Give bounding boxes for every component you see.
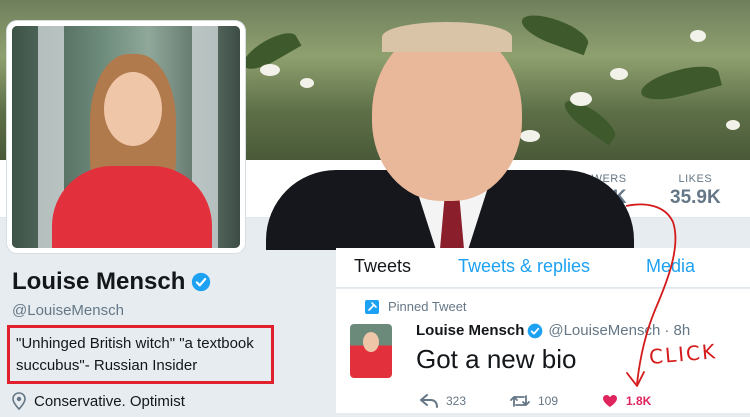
pin-icon [365, 300, 379, 314]
retweet-count: 109 [538, 394, 559, 408]
tweet-header: Louise Mensch @LouiseMensch · 8h [416, 322, 690, 339]
verified-badge-icon [192, 272, 211, 292]
profile-tabs: Tweets Tweets & replies Media [336, 248, 750, 288]
likes-stat[interactable]: LIKES 35.9K [670, 173, 721, 209]
tab-tweets-replies[interactable]: Tweets & replies [458, 256, 590, 277]
like-button[interactable]: 1.8K [602, 394, 651, 408]
tweet-text: Got a new bio [416, 344, 577, 374]
pinned-tweet-label-row: Pinned Tweet [365, 299, 467, 314]
tweet-timestamp[interactable]: · 8h [664, 322, 690, 339]
tweet-author-avatar[interactable] [350, 324, 392, 378]
retweet-button[interactable]: 109 [510, 394, 558, 408]
profile-name-row: Louise Mensch [12, 268, 211, 296]
profile-bio: "Unhinged British witch" "a textbook suc… [16, 335, 254, 374]
likes-value: 35.9K [670, 187, 721, 208]
reply-button[interactable]: 323 [420, 394, 466, 408]
bio-highlight-box: "Unhinged British witch" "a textbook suc… [7, 325, 274, 384]
profile-handle[interactable]: @LouiseMensch [12, 302, 124, 319]
profile-avatar[interactable] [7, 21, 245, 253]
pinned-tweet-label: Pinned Tweet [388, 299, 467, 314]
verified-badge-icon [528, 323, 543, 338]
bottom-divider [336, 413, 750, 417]
profile-name[interactable]: Louise Mensch [12, 268, 185, 296]
reply-count: 323 [446, 394, 467, 408]
tab-tweets[interactable]: Tweets [354, 256, 411, 277]
tweet-actions: 323 109 1.8K [416, 394, 716, 412]
tweet-author-handle[interactable]: @LouiseMensch [548, 322, 660, 339]
location-text: Conservative. Optimist [34, 392, 185, 410]
likes-label: LIKES [678, 173, 713, 185]
location-pin-icon [12, 392, 26, 410]
overlay-photo [262, 20, 637, 250]
reply-icon [420, 394, 438, 408]
like-count: 1.8K [626, 394, 652, 408]
heart-icon [603, 395, 617, 407]
profile-location: Conservative. Optimist [12, 392, 185, 410]
tab-media[interactable]: Media [646, 256, 695, 277]
tweet-author-name[interactable]: Louise Mensch [416, 322, 524, 339]
retweet-icon [510, 395, 530, 407]
